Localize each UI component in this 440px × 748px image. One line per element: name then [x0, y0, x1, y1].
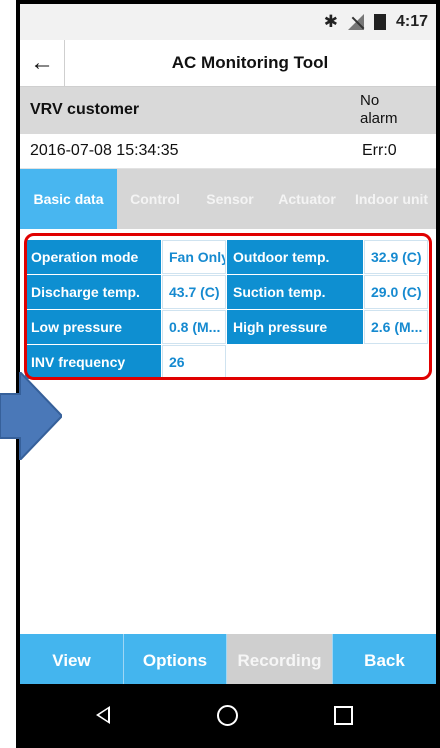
- nav-recents-icon[interactable]: [334, 706, 353, 725]
- tab-basic-data[interactable]: Basic data: [20, 169, 117, 229]
- tab-bar: Basic data Control Sensor Actuator Indoo…: [20, 169, 436, 229]
- annotation-arrow-icon: [0, 372, 62, 460]
- nav-home-icon[interactable]: [217, 705, 238, 726]
- tab-sensor[interactable]: Sensor: [193, 169, 267, 229]
- signal-icon: [347, 14, 364, 30]
- customer-name: VRV customer: [30, 101, 140, 118]
- highlight-frame: [24, 233, 432, 380]
- timestamp: 2016-07-08 15:34:35: [30, 142, 179, 159]
- status-bar: ✱ 4:17: [20, 4, 436, 40]
- back-arrow-icon[interactable]: ←: [20, 40, 65, 86]
- bottom-action-bar: View Options Recording Back: [20, 634, 436, 684]
- tab-control[interactable]: Control: [117, 169, 193, 229]
- customer-row: VRV customer No alarm: [20, 87, 436, 134]
- back-button[interactable]: Back: [333, 634, 436, 684]
- app-bar: ← AC Monitoring Tool: [20, 40, 436, 87]
- system-nav-bar: [16, 684, 440, 748]
- tab-actuator[interactable]: Actuator: [267, 169, 347, 229]
- phone-frame: ✱ 4:17 ← AC Monitoring Tool VRV customer…: [16, 0, 440, 748]
- nav-back-icon[interactable]: [96, 706, 110, 724]
- error-code: Err:0: [362, 142, 397, 159]
- battery-icon: [373, 14, 386, 30]
- tab-indoor-unit[interactable]: Indoor unit: [347, 169, 436, 229]
- view-button[interactable]: View: [20, 634, 124, 684]
- app-title: AC Monitoring Tool: [171, 53, 329, 72]
- status-time: 4:17: [395, 13, 428, 30]
- bluetooth-icon: ✱: [323, 12, 338, 31]
- datetime-row: 2016-07-08 15:34:35 Err:0: [20, 134, 436, 169]
- alarm-status: No alarm: [360, 92, 398, 127]
- recording-button[interactable]: Recording: [227, 634, 333, 684]
- options-button[interactable]: Options: [124, 634, 227, 684]
- app-screen: ✱ 4:17 ← AC Monitoring Tool VRV customer…: [20, 4, 436, 684]
